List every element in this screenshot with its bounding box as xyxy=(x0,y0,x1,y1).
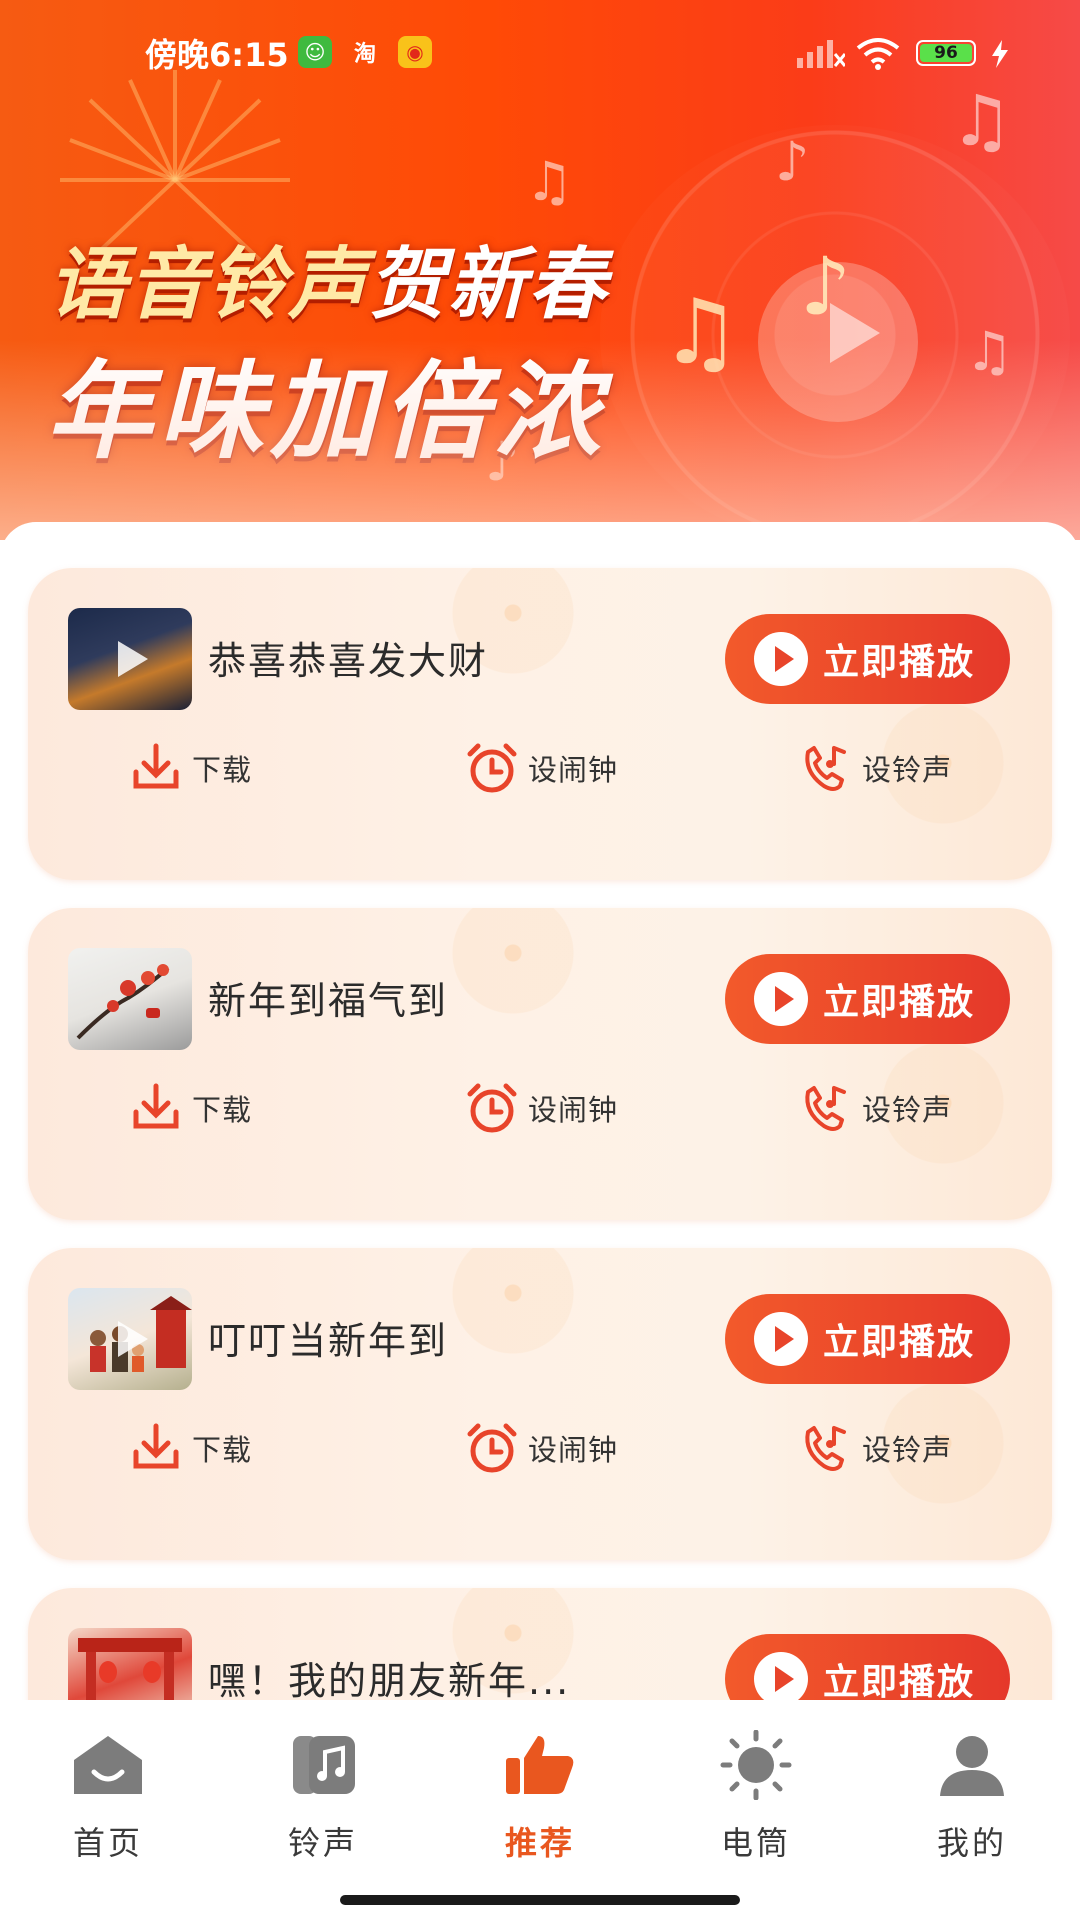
bottom-nav: 首页 铃声 推荐 电筒 我的 xyxy=(0,1700,1080,1920)
home-indicator[interactable] xyxy=(340,1895,740,1905)
music-note-icon: ♪ xyxy=(485,430,520,493)
play-now-button[interactable]: 立即播放 xyxy=(725,1294,1010,1384)
song-thumbnail[interactable] xyxy=(68,1288,192,1390)
wechat-icon: ☺ xyxy=(298,36,332,68)
download-button[interactable]: 下载 xyxy=(128,1078,252,1138)
song-title[interactable]: 叮叮当新年到 xyxy=(208,1310,448,1365)
phone-ring-icon xyxy=(805,746,846,791)
plum-blossom-image xyxy=(76,964,170,1040)
set-ringtone-label: 设铃声 xyxy=(862,1433,953,1467)
play-circle-icon xyxy=(754,972,808,1026)
song-thumbnail[interactable] xyxy=(68,608,192,710)
nav-item-ringtones[interactable]: 铃声 xyxy=(253,1730,393,1870)
list-item[interactable]: 嘿！我的朋友新年... 立即播放 xyxy=(28,1588,1052,1702)
play-now-button[interactable]: 立即播放 xyxy=(725,614,1010,704)
firework-decoration xyxy=(448,908,578,1018)
song-title[interactable]: 嘿！我的朋友新年... xyxy=(208,1650,570,1702)
status-bar: 傍晚6:15 ☺ 淘 ◉ 96 xyxy=(0,0,1080,100)
battery-icon: 96 xyxy=(916,40,976,66)
flashlight-icon xyxy=(720,1730,792,1800)
song-title[interactable]: 新年到福气到 xyxy=(208,970,448,1025)
play-now-label: 立即播放 xyxy=(823,642,976,683)
status-time: 傍晚6:15 xyxy=(145,36,289,74)
set-ringtone-button[interactable]: 设铃声 xyxy=(798,1418,952,1478)
play-now-label: 立即播放 xyxy=(823,1322,976,1363)
wifi-icon xyxy=(856,38,900,70)
music-note-icon: ♪ xyxy=(775,130,810,193)
alarm-clock-icon xyxy=(467,1423,517,1473)
nav-label: 我的 xyxy=(936,1824,1007,1862)
music-note-icon: ♫ xyxy=(525,150,574,213)
list-item[interactable]: 恭喜恭喜发大财 立即播放 下载 设闹钟 设铃声 xyxy=(28,568,1052,880)
ringtone-list[interactable]: 恭喜恭喜发大财 立即播放 下载 设闹钟 设铃声 新年到福气到 立即播放 下载 设… xyxy=(0,522,1080,1702)
list-item[interactable]: 叮叮当新年到 立即播放 下载 设闹钟 设铃声 xyxy=(28,1248,1052,1560)
music-note-icon: ♫ xyxy=(965,320,1014,383)
set-alarm-button[interactable]: 设闹钟 xyxy=(464,738,618,798)
download-label: 下载 xyxy=(192,753,253,787)
play-now-label: 立即播放 xyxy=(823,982,976,1023)
play-now-button[interactable]: 立即播放 xyxy=(725,1634,1010,1702)
list-item[interactable]: 新年到福气到 立即播放 下载 设闹钟 设铃声 xyxy=(28,908,1052,1220)
set-alarm-button[interactable]: 设闹钟 xyxy=(464,1078,618,1138)
weibo-icon: ◉ xyxy=(398,36,432,68)
download-label: 下载 xyxy=(192,1093,253,1127)
nav-label: 推荐 xyxy=(504,1824,575,1862)
banner-title-line1: 语音铃声贺新春 xyxy=(48,240,609,330)
alarm-clock-icon xyxy=(467,1083,517,1133)
set-ringtone-button[interactable]: 设铃声 xyxy=(798,738,952,798)
nav-item-recommend[interactable]: 推荐 xyxy=(470,1730,610,1870)
firework-decoration xyxy=(448,1248,578,1358)
charging-icon xyxy=(992,40,1008,68)
play-circle-icon xyxy=(754,632,808,686)
music-note-icon: ♫ xyxy=(660,280,741,385)
set-ringtone-label: 设铃声 xyxy=(862,753,953,787)
download-icon xyxy=(133,1083,179,1129)
signal-icon xyxy=(797,40,845,68)
music-note-icon: ♪ xyxy=(800,240,852,333)
download-label: 下载 xyxy=(192,1433,253,1467)
taobao-icon: 淘 xyxy=(353,42,376,67)
nav-label: 铃声 xyxy=(287,1824,358,1862)
home-icon xyxy=(74,1736,142,1794)
play-circle-icon xyxy=(754,1652,808,1702)
play-circle-icon xyxy=(754,1312,808,1366)
play-now-label: 立即播放 xyxy=(823,1662,976,1702)
nav-item-profile[interactable]: 我的 xyxy=(902,1730,1042,1870)
download-button[interactable]: 下载 xyxy=(128,738,252,798)
set-ringtone-button[interactable]: 设铃声 xyxy=(798,1078,952,1138)
nav-item-flashlight[interactable]: 电筒 xyxy=(686,1730,826,1870)
thumbs-up-icon xyxy=(506,1736,574,1794)
set-alarm-button[interactable]: 设闹钟 xyxy=(464,1418,618,1478)
song-thumbnail[interactable] xyxy=(68,948,192,1050)
nav-label: 首页 xyxy=(72,1824,143,1862)
music-icon xyxy=(293,1736,355,1794)
battery-level: 96 xyxy=(920,43,972,63)
download-button[interactable]: 下载 xyxy=(128,1418,252,1478)
nav-label: 电筒 xyxy=(720,1824,791,1862)
set-alarm-label: 设闹钟 xyxy=(528,1433,619,1467)
play-icon xyxy=(118,1321,148,1357)
phone-ring-icon xyxy=(805,1426,846,1471)
alarm-clock-icon xyxy=(467,743,517,793)
song-title[interactable]: 恭喜恭喜发大财 xyxy=(208,630,488,685)
play-now-button[interactable]: 立即播放 xyxy=(725,954,1010,1044)
lantern-gate-image xyxy=(78,1638,182,1702)
download-icon xyxy=(133,743,179,789)
nav-item-home[interactable]: 首页 xyxy=(38,1730,178,1870)
user-icon xyxy=(940,1736,1004,1796)
set-ringtone-label: 设铃声 xyxy=(862,1093,953,1127)
banner-title-line2: 年味加倍浓 xyxy=(46,350,606,473)
phone-ring-icon xyxy=(805,1086,846,1131)
download-icon xyxy=(133,1423,179,1469)
play-icon xyxy=(118,641,148,677)
song-thumbnail[interactable] xyxy=(68,1628,192,1702)
set-alarm-label: 设闹钟 xyxy=(528,753,619,787)
set-alarm-label: 设闹钟 xyxy=(528,1093,619,1127)
